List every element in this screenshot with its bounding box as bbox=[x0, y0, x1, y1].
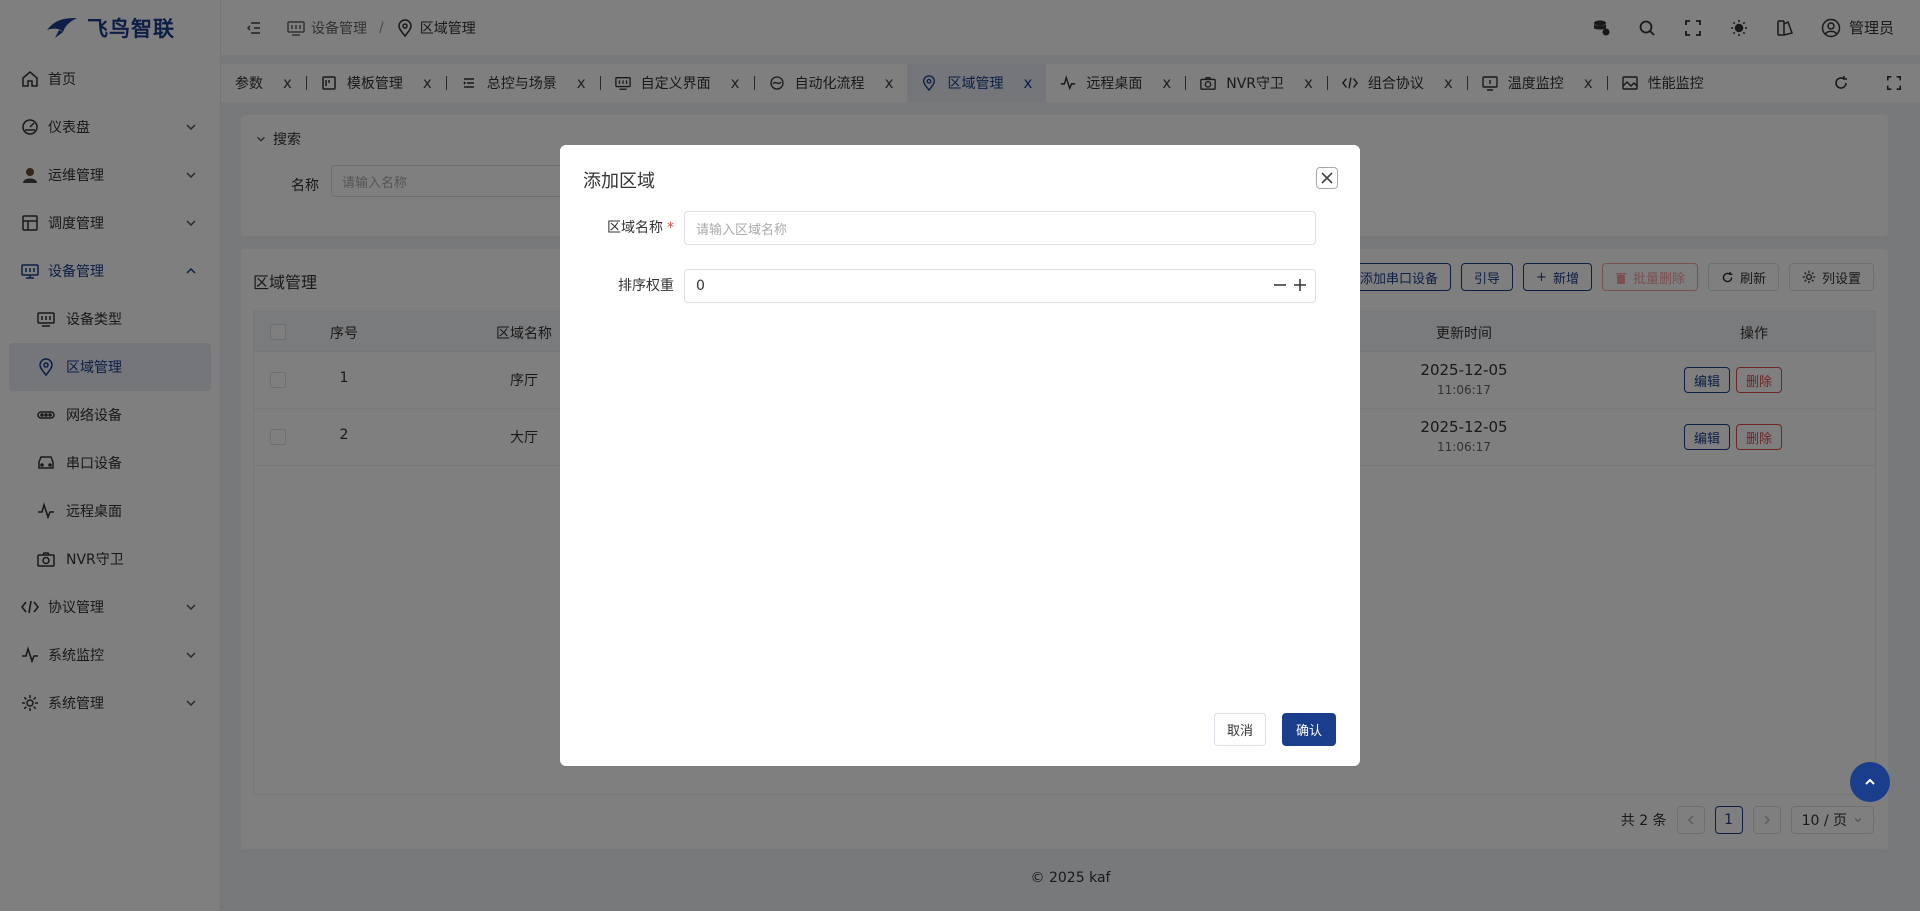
minus-icon[interactable] bbox=[1273, 278, 1287, 292]
close-icon[interactable] bbox=[1316, 167, 1338, 189]
area-name-input[interactable]: 请输入区域名称 bbox=[684, 211, 1316, 245]
back-to-top-button[interactable] bbox=[1850, 762, 1890, 802]
dialog-title: 添加区域 bbox=[583, 171, 655, 192]
confirm-button[interactable]: 确认 bbox=[1281, 713, 1336, 746]
order-weight-stepper[interactable]: 0 bbox=[684, 269, 1316, 303]
cancel-button[interactable]: 取消 bbox=[1213, 713, 1266, 746]
form-row-order: 排序权重 0 bbox=[560, 269, 1360, 303]
plus-icon[interactable] bbox=[1293, 278, 1307, 292]
label-text: 区域名称 bbox=[607, 220, 663, 236]
form-row-name: 区域名称 * 请输入区域名称 bbox=[560, 211, 1360, 245]
order-weight-value: 0 bbox=[696, 278, 705, 294]
order-weight-label: 排序权重 bbox=[618, 278, 674, 294]
chevron-up-icon bbox=[1865, 778, 1875, 785]
area-name-label: 区域名称 * bbox=[607, 211, 674, 245]
add-area-dialog: 添加区域 区域名称 * 请输入区域名称 排序权重 0 取消 确认 bbox=[560, 145, 1360, 766]
required-mark: * bbox=[667, 220, 674, 236]
dialog-footer: 取消 确认 bbox=[1213, 713, 1336, 746]
